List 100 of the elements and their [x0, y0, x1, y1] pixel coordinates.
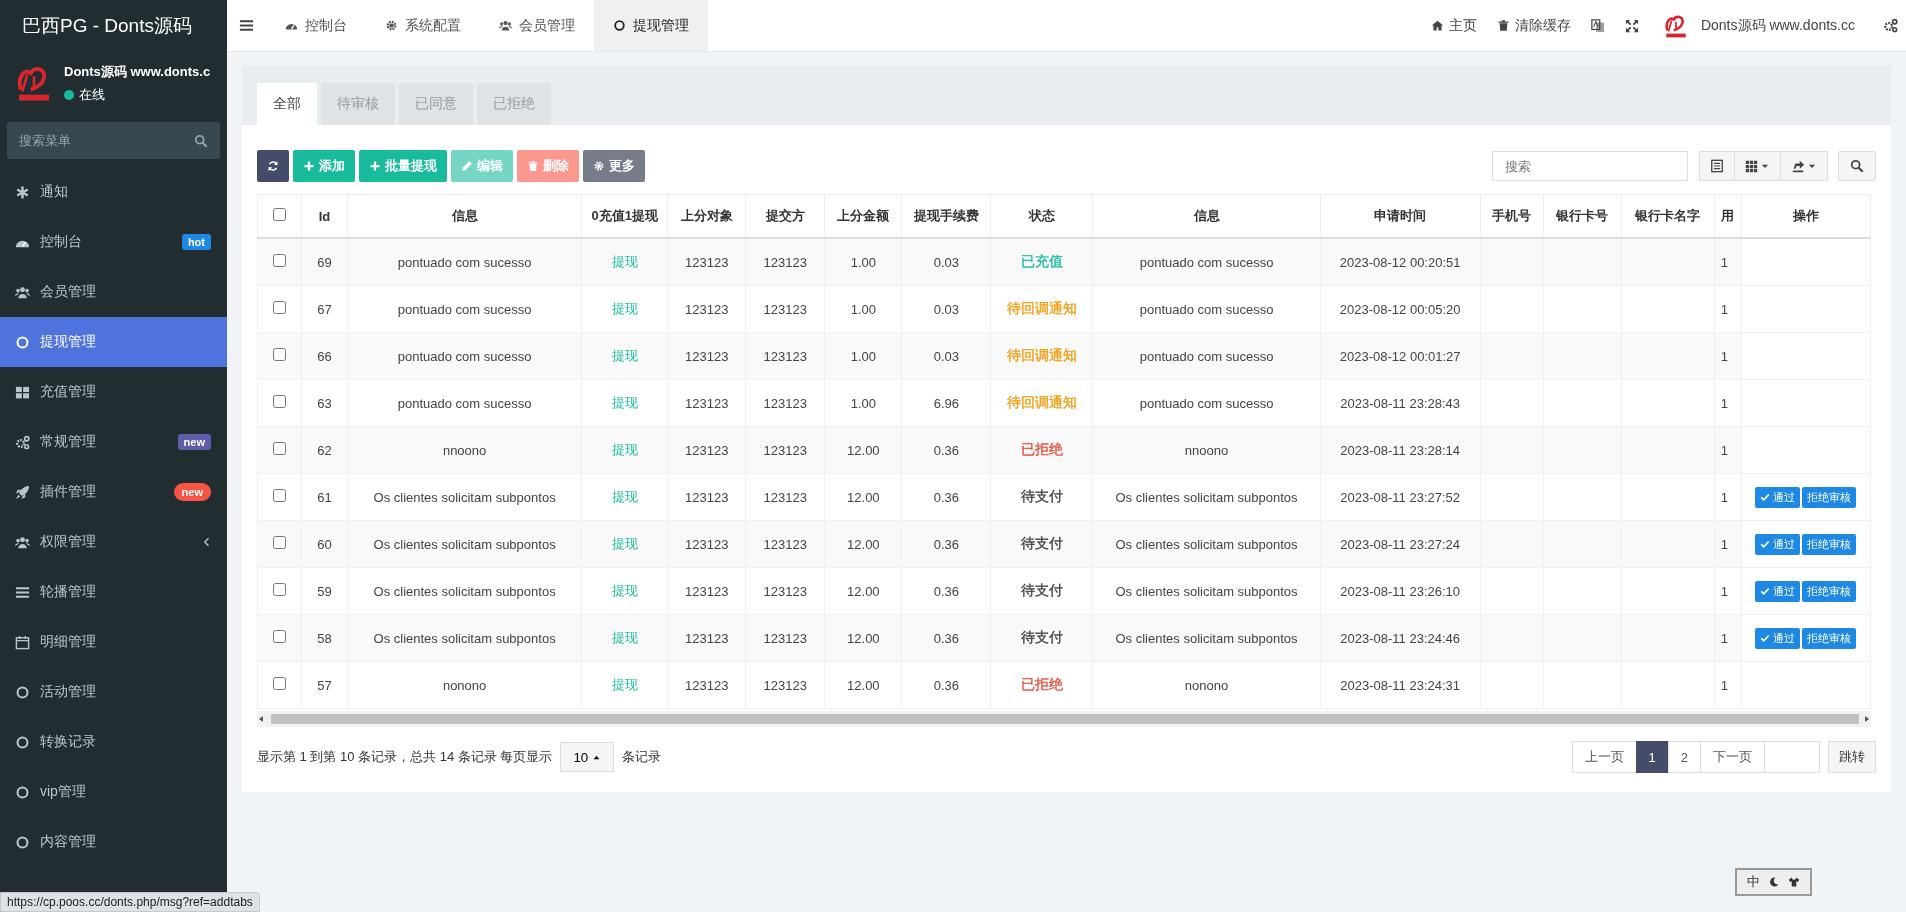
row-checkbox[interactable]: [273, 583, 286, 596]
page-size-dropdown[interactable]: 10: [560, 742, 615, 772]
row-checkbox[interactable]: [273, 301, 286, 314]
grid-icon: [1745, 159, 1758, 173]
table-cell: 123123: [685, 395, 729, 411]
table-cell: 提现: [611, 348, 638, 363]
reject-button[interactable]: 拒绝审核: [1802, 533, 1857, 555]
table-cell: 123123: [685, 536, 729, 552]
table-cell: 1: [1720, 442, 1729, 458]
home-link[interactable]: 主页: [1420, 0, 1487, 51]
sidebar-item[interactable]: 活动管理: [0, 667, 227, 717]
approve-button[interactable]: 通过: [1755, 580, 1801, 602]
sidebar-item[interactable]: 内容管理: [0, 817, 227, 867]
sidebar-item[interactable]: 充值管理: [0, 367, 227, 417]
table-cell: 60: [317, 536, 332, 552]
table-cell: 1: [1720, 677, 1729, 693]
row-checkbox[interactable]: [273, 348, 286, 361]
page-button[interactable]: 下一页: [1700, 741, 1765, 773]
settings-icon[interactable]: [1883, 18, 1898, 33]
table-cell: 2023-08-11 23:28:14: [1340, 442, 1461, 458]
sidebar-item[interactable]: 明细管理: [0, 617, 227, 667]
trash-icon: [1496, 19, 1510, 32]
menu-search-field[interactable]: 搜索菜单: [7, 122, 220, 159]
column-header: 银行卡名字: [1635, 208, 1701, 223]
table-cell: 123123: [763, 536, 807, 552]
scroll-right-arrow-icon[interactable]: [1863, 715, 1871, 723]
refresh-button[interactable]: [257, 150, 289, 182]
nav-tab[interactable]: 提现管理: [594, 0, 708, 51]
sidebar-item[interactable]: 权限管理: [0, 517, 227, 567]
moon-icon[interactable]: [1768, 876, 1780, 888]
table-cell: 2023-08-12 00:20:51: [1339, 254, 1461, 270]
table-cell: 123123: [763, 254, 807, 270]
row-checkbox[interactable]: [273, 630, 286, 643]
sidebar-item[interactable]: 控制台 hot: [0, 217, 227, 267]
rocket-icon: [15, 484, 30, 500]
sidebar-item[interactable]: 常规管理 new: [0, 417, 227, 467]
search-button[interactable]: [1838, 151, 1876, 181]
sidebar-item[interactable]: 提现管理: [0, 317, 227, 367]
ime-mode-label[interactable]: 中: [1747, 873, 1760, 891]
approve-button[interactable]: 通过: [1755, 627, 1801, 649]
check-icon: [1760, 539, 1771, 549]
more-button[interactable]: 更多: [583, 150, 645, 182]
table-cell: 0.03: [933, 254, 960, 270]
sidebar-item[interactable]: 会员管理: [0, 267, 227, 317]
approve-button[interactable]: 通过: [1755, 486, 1801, 508]
search-icon: [1850, 159, 1864, 173]
horizontal-scrollbar[interactable]: [257, 711, 1871, 727]
export-button[interactable]: [1780, 151, 1828, 181]
table-cell: Os clientes solicitam subpontos: [373, 489, 556, 505]
list-view-button[interactable]: [1699, 151, 1735, 181]
reject-button[interactable]: 拒绝审核: [1802, 486, 1857, 508]
table-cell: nnoono: [1184, 442, 1229, 458]
translate-icon[interactable]: [1590, 18, 1605, 33]
jump-button[interactable]: 跳转: [1828, 741, 1876, 773]
table-cell: 提现: [611, 442, 638, 457]
brand-link[interactable]: Donts源码 www.donts.cc: [1700, 16, 1855, 35]
select-all-checkbox[interactable]: [273, 208, 286, 221]
approve-button[interactable]: 通过: [1755, 533, 1801, 555]
shirt-icon[interactable]: [1788, 876, 1800, 888]
user-status: 在线: [79, 85, 105, 104]
row-checkbox[interactable]: [273, 677, 286, 690]
clear-cache-link[interactable]: 清除缓存: [1486, 0, 1581, 51]
sidebar-item[interactable]: 轮播管理: [0, 567, 227, 617]
table-cell: 2023-08-11 23:27:24: [1340, 536, 1461, 552]
gear-icon: [385, 19, 398, 32]
reject-button[interactable]: 拒绝审核: [1802, 627, 1857, 649]
menu-badge: new: [173, 483, 211, 501]
table-cell: 提现: [611, 630, 638, 645]
table-cell: 123123: [763, 348, 807, 364]
row-checkbox[interactable]: [273, 442, 286, 455]
row-checkbox[interactable]: [273, 536, 286, 549]
table-cell: 提现: [611, 489, 638, 504]
table-search-field[interactable]: 搜索: [1492, 151, 1688, 181]
row-checkbox[interactable]: [273, 489, 286, 502]
pencil-icon: [461, 160, 473, 172]
gears-icon: [15, 434, 30, 450]
sidebar-item[interactable]: 通知: [0, 167, 227, 217]
table-cell: 123123: [685, 583, 729, 599]
menu-icon[interactable]: [239, 18, 254, 33]
page-jump-field[interactable]: [1764, 741, 1820, 773]
table-cell: 123123: [763, 301, 807, 317]
check-icon: [1760, 586, 1771, 596]
row-checkbox[interactable]: [273, 254, 286, 267]
page-button[interactable]: 1: [1635, 741, 1669, 773]
row-checkbox[interactable]: [273, 395, 286, 408]
scroll-left-arrow-icon[interactable]: [257, 715, 265, 723]
fullscreen-icon[interactable]: [1624, 18, 1639, 33]
column-header: 状态: [1028, 208, 1055, 223]
table-cell: 123123: [685, 254, 729, 270]
reject-button[interactable]: 拒绝审核: [1802, 580, 1857, 602]
table-cell: 1.00: [850, 395, 876, 411]
table-cell: 123123: [763, 583, 807, 599]
page-button[interactable]: 上一页: [1571, 741, 1637, 773]
sidebar-item[interactable]: 插件管理 new: [0, 467, 227, 517]
sidebar-item[interactable]: 转换记录: [0, 717, 227, 767]
filter-tab[interactable]: 全部: [257, 83, 317, 125]
page-button[interactable]: 2: [1667, 741, 1701, 773]
table-cell: Os clientes solicitam subpontos: [373, 536, 556, 552]
sidebar-item[interactable]: vip管理: [0, 767, 227, 817]
columns-button[interactable]: [1734, 151, 1781, 181]
